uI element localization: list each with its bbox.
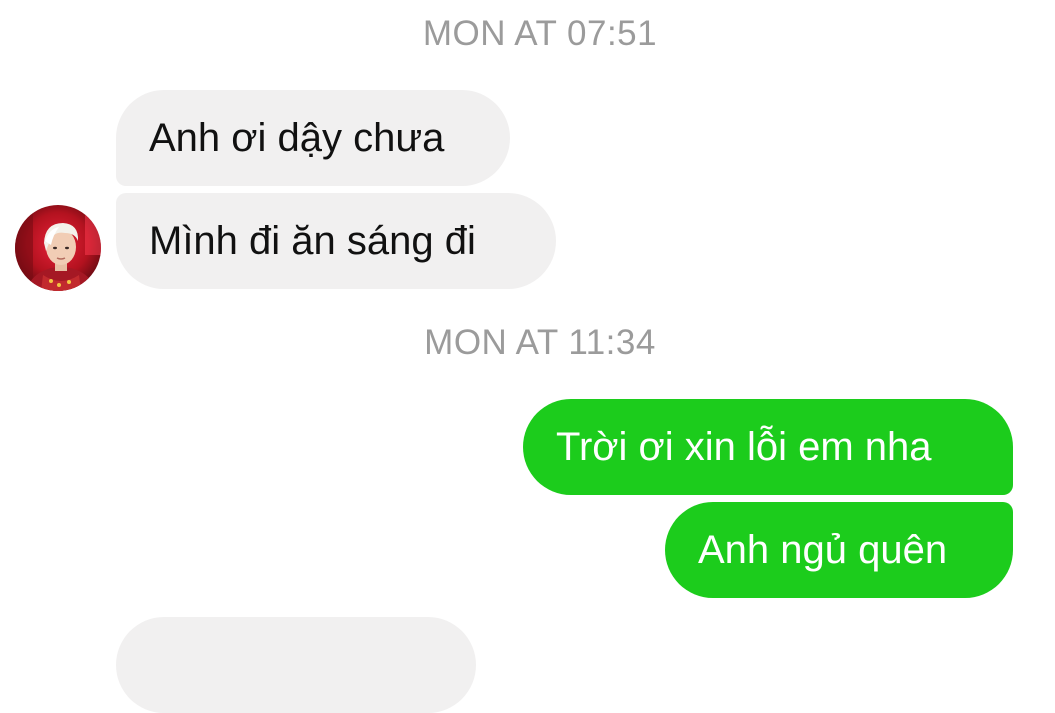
incoming-message-bubble-partial[interactable] <box>116 617 476 713</box>
outgoing-message-bubble[interactable]: Trời ơi xin lỗi em nha <box>523 399 1013 495</box>
timestamp-divider: MON AT 11:34 <box>424 323 656 362</box>
incoming-message-bubble[interactable]: Anh ơi dậy chưa <box>116 90 510 186</box>
incoming-message-bubble[interactable]: Mình đi ăn sáng đi <box>116 193 556 289</box>
avatar-photo-icon <box>15 205 101 291</box>
contact-avatar[interactable] <box>15 205 101 291</box>
message-thread[interactable]: MON AT 07:51 Anh ơi dậy chưa Mình đi ăn … <box>0 0 1055 713</box>
outgoing-message-bubble[interactable]: Anh ngủ quên <box>665 502 1013 598</box>
timestamp-divider: MON AT 07:51 <box>422 14 658 53</box>
